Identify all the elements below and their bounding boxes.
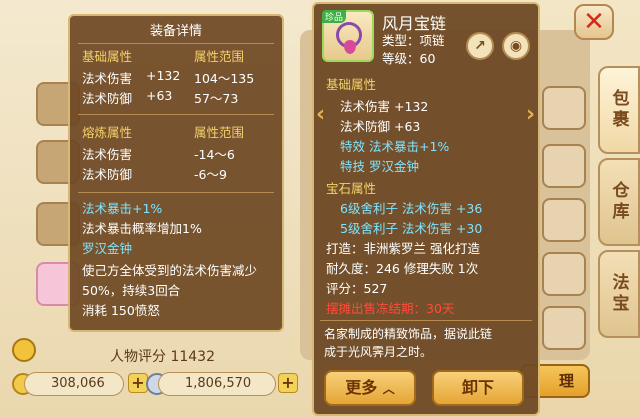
character-score: 人物评分 11432 — [110, 346, 215, 366]
bag-slot[interactable] — [542, 198, 586, 242]
bag-slot[interactable] — [542, 144, 586, 188]
skill-cost: 消耗 150愤怒 — [82, 303, 160, 318]
description-line: 成于光风霁月之时。 — [324, 345, 433, 359]
durability-info: 耐久度：246 修理失败 1次 — [326, 261, 479, 276]
smelt-attr-name: 法术伤害 — [82, 147, 133, 162]
bag-slot[interactable] — [542, 86, 586, 130]
gold-amount: 308,066 — [24, 372, 124, 396]
equipment-detail-tooltip: 装备详情 基础属性 属性范围 法术伤害 +132 104～135 法术防御 +6… — [68, 14, 284, 332]
smelt-attr-header: 熔炼属性 — [82, 125, 133, 140]
bag-slot[interactable] — [542, 252, 586, 296]
tab-bag[interactable]: 包裹 — [598, 66, 640, 154]
item-description: 名家制成的精致饰品，据说此链 成于光风霁月之时。 — [320, 320, 532, 364]
close-button[interactable]: ✕ — [574, 4, 614, 40]
divider — [78, 43, 274, 44]
effect-description: 法术暴击概率增加1% — [82, 221, 202, 236]
character-score-value: 11432 — [170, 349, 215, 365]
smelt-attr-name: 法术防御 — [82, 167, 133, 182]
item-detail-panel: 珍品 风月宝链 类型：项链 等级：60 ↗ ◉ ‹ › 基础属性 法术伤害 +1… — [312, 2, 540, 416]
silver-amount: 1,806,570 — [158, 372, 276, 396]
add-silver-button[interactable]: + — [278, 373, 298, 393]
base-attr-value: +63 — [146, 88, 173, 103]
forge-info: 打造：非洲紫罗兰 强化打造 — [326, 241, 480, 256]
special-skill: 特技 罗汉金钟 — [340, 159, 419, 174]
add-gold-button[interactable]: + — [128, 373, 148, 393]
previous-item-arrow[interactable]: ‹ — [316, 102, 325, 127]
base-attr-range: 104～135 — [194, 71, 255, 86]
base-attr-row: 法术防御 +63 — [340, 119, 421, 134]
necklace-item-icon: 珍品 — [322, 10, 374, 62]
unequip-button[interactable]: 卸下 — [432, 370, 524, 406]
freeze-period-note: 摆摊出售冻结期：30天 — [326, 301, 455, 316]
attr-range-header: 属性范围 — [194, 49, 245, 64]
bag-slot[interactable] — [542, 306, 586, 350]
character-score-label: 人物评分 — [110, 349, 166, 365]
smelt-attr-range: -14～6 — [194, 147, 235, 162]
base-attr-header: 基础属性 — [326, 77, 377, 92]
eye-icon[interactable]: ◉ — [502, 32, 530, 60]
more-button[interactable]: 更多 ︿ — [324, 370, 416, 406]
item-level: 等级：60 — [382, 51, 436, 66]
smelt-attr-range: -6～9 — [194, 167, 227, 182]
gem-attr-header: 宝石属性 — [326, 181, 377, 196]
close-icon: ✕ — [583, 7, 605, 37]
item-type: 类型：项链 — [382, 33, 445, 48]
gem-attr-row: 6级舍利子 法术伤害 +36 — [340, 201, 483, 216]
tooltip-title: 装备详情 — [149, 24, 202, 39]
special-effect: 特效 法术暴击+1% — [340, 139, 450, 154]
base-attr-value: +132 — [146, 68, 181, 83]
gem-attr-row: 5级舍利子 法术伤害 +30 — [340, 221, 483, 236]
smelt-range-header: 属性范围 — [194, 125, 245, 140]
base-attr-row: 法术伤害 +132 — [340, 99, 429, 114]
share-icon[interactable]: ↗ — [466, 32, 494, 60]
currency-bar: 308,066 + 1,806,570 + — [10, 372, 300, 398]
base-attr-name: 法术伤害 — [82, 71, 133, 86]
base-attr-range: 57～73 — [194, 91, 239, 106]
description-line: 名家制成的精致饰品，据说此链 — [324, 327, 493, 341]
more-button-label: 更多 — [345, 378, 378, 397]
rarity-badge: 珍品 — [322, 10, 347, 23]
divider — [78, 114, 274, 115]
next-item-arrow[interactable]: › — [526, 102, 535, 127]
tab-warehouse[interactable]: 仓库 — [598, 158, 640, 246]
skill-description: 使己方全体受到的法术伤害减少 — [82, 263, 258, 278]
base-attr-header: 基础属性 — [82, 49, 133, 64]
tab-treasure[interactable]: 法宝 — [598, 250, 640, 338]
base-attr-name: 法术防御 — [82, 91, 133, 106]
skill-name: 罗汉金钟 — [82, 241, 133, 256]
gem-icon — [344, 40, 356, 54]
skill-description: 50%，持续3回合 — [82, 283, 181, 298]
chevron-up-icon: ︿ — [382, 382, 395, 396]
lock-icon[interactable] — [12, 338, 36, 362]
divider — [78, 192, 274, 193]
item-score: 评分：527 — [326, 281, 388, 296]
effect-name: 法术暴击+1% — [82, 201, 163, 216]
